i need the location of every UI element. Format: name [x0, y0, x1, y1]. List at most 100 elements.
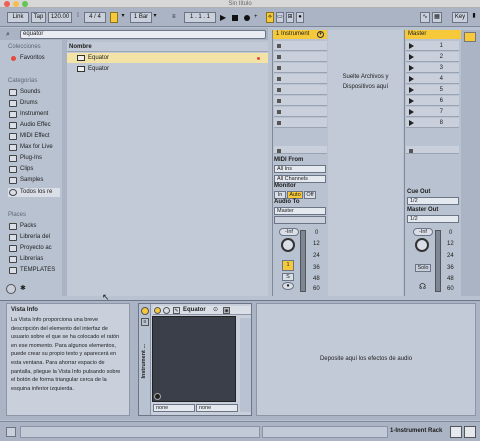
- view-selector-strip[interactable]: [461, 30, 480, 296]
- equator-plugin-display[interactable]: [152, 316, 236, 402]
- device-preset-icon[interactable]: [163, 307, 170, 314]
- clip-device-toggle-icon[interactable]: [464, 426, 476, 438]
- sidebar-item-templates[interactable]: TEMPLATES: [8, 266, 60, 275]
- track-volume-field[interactable]: -Inf: [279, 228, 299, 236]
- rack-scroll-strip[interactable]: [240, 318, 251, 412]
- overdub-icon[interactable]: +: [254, 12, 262, 23]
- sidebar-item-packs[interactable]: Packs: [8, 222, 60, 231]
- monitor-auto-button[interactable]: Auto: [287, 191, 303, 199]
- master-volume-field[interactable]: -Inf: [413, 228, 433, 236]
- rack-activator-icon[interactable]: [141, 307, 149, 315]
- cue-out-select[interactable]: 1/2: [407, 197, 459, 205]
- time-signature-field[interactable]: 4 / 4: [84, 12, 106, 23]
- play-icon[interactable]: ▶: [220, 12, 226, 23]
- scene-launch[interactable]: 3: [406, 63, 459, 73]
- clip-slot[interactable]: [274, 63, 327, 73]
- midi-channel-select[interactable]: All Channels: [274, 175, 326, 183]
- master-pan-knob[interactable]: [415, 238, 429, 252]
- track-title-bar[interactable]: 1 Instrument ▾: [273, 30, 327, 39]
- audio-to-select[interactable]: Master: [274, 207, 326, 215]
- sidebar-item-audio-effects[interactable]: Audio Effec: [8, 121, 60, 130]
- name-column-header[interactable]: Nombre: [67, 42, 268, 52]
- tempo-field[interactable]: 120.00: [48, 12, 72, 23]
- arrangement-position-field[interactable]: 1 . 1 . 1: [184, 12, 216, 23]
- session-view-icon[interactable]: [464, 32, 476, 42]
- search-icon[interactable]: ⌕: [6, 31, 10, 39]
- master-out-select[interactable]: 1/2: [407, 215, 459, 223]
- clip-slot[interactable]: [274, 52, 327, 62]
- master-title-bar[interactable]: Master: [405, 30, 461, 39]
- audio-effects-drop-area[interactable]: Deposite aquí los efectos de audio: [256, 303, 476, 416]
- sidebar-item-all-results[interactable]: Todos los re: [8, 188, 60, 197]
- monitor-off-button[interactable]: Off: [304, 191, 316, 199]
- chevron-down-icon[interactable]: ▾: [152, 12, 158, 23]
- link-button[interactable]: Link: [7, 12, 29, 23]
- automation-arm-icon[interactable]: ⟡: [266, 12, 274, 23]
- plugin-power-icon[interactable]: [154, 393, 161, 400]
- key-map-button[interactable]: Key: [452, 12, 468, 23]
- sidebar-item-libraries[interactable]: Librerías: [8, 255, 60, 264]
- capture-midi-icon[interactable]: ⊞: [286, 12, 294, 23]
- draw-mode-icon[interactable]: ∿: [420, 12, 430, 23]
- stop-icon[interactable]: [232, 12, 238, 23]
- list-item[interactable]: Equator: [67, 64, 268, 74]
- device-save-icon[interactable]: ▣: [223, 307, 230, 314]
- clip-slot[interactable]: [274, 96, 327, 106]
- nudge-icon[interactable]: ⁞: [74, 12, 82, 23]
- stop-all-slot[interactable]: [274, 146, 327, 154]
- computer-keyboard-icon[interactable]: ▦: [432, 12, 442, 23]
- device-options-icon[interactable]: ⊙: [213, 306, 218, 315]
- sidebar-item-favoritos[interactable]: Favoritos: [8, 54, 60, 63]
- metronome-options-icon[interactable]: ▾: [120, 12, 126, 23]
- device-title-bar[interactable]: ✎ Equator ⊙ ▣: [153, 306, 251, 315]
- sidebar-item-clips[interactable]: Clips: [8, 165, 60, 174]
- sidebar-item-current-project[interactable]: Proyecto ac: [8, 244, 60, 253]
- sidebar-item-samples[interactable]: Samples: [8, 176, 60, 185]
- clip-slot[interactable]: [274, 107, 327, 117]
- list-item[interactable]: Equator: [67, 53, 268, 63]
- pan-knob[interactable]: [281, 238, 295, 252]
- stop-all-clips-button[interactable]: [406, 146, 459, 154]
- sidebar-item-midi-effects[interactable]: MIDI Effect: [8, 132, 60, 141]
- drop-files-area[interactable]: Suelte Archivos y Dispositivos aquí: [328, 30, 403, 296]
- scene-launch[interactable]: 1: [406, 41, 459, 51]
- preview-gear-icon[interactable]: ✱: [20, 284, 26, 292]
- device-param-left[interactable]: none: [153, 404, 195, 412]
- sidebar-item-instruments[interactable]: Instrument: [8, 110, 60, 119]
- headphones-icon[interactable]: ☊: [419, 282, 426, 291]
- clip-slot[interactable]: [274, 85, 327, 95]
- browser-search-input[interactable]: equator: [20, 30, 266, 39]
- track-activator-button[interactable]: 1: [282, 260, 294, 271]
- scene-launch[interactable]: 8: [406, 118, 459, 128]
- sidebar-item-max-for-live[interactable]: Max for Live: [8, 143, 60, 152]
- rack-chain-icon[interactable]: ≡: [141, 318, 149, 326]
- solo-button[interactable]: S: [282, 273, 294, 281]
- audio-to-channel-select[interactable]: [274, 216, 326, 224]
- preview-toggle-icon[interactable]: [6, 284, 16, 294]
- quantize-menu[interactable]: 1 Bar: [130, 12, 152, 23]
- scene-launch[interactable]: 7: [406, 107, 459, 117]
- scene-launch[interactable]: 6: [406, 96, 459, 106]
- scene-launch[interactable]: 4: [406, 74, 459, 84]
- sidebar-item-sounds[interactable]: Sounds: [8, 88, 60, 97]
- midi-from-select[interactable]: All Ins: [274, 165, 326, 173]
- sidebar-item-plug-ins[interactable]: Plug-Ins: [8, 154, 60, 163]
- session-record-icon[interactable]: ●: [296, 12, 304, 23]
- scene-launch[interactable]: 2: [406, 52, 459, 62]
- sidebar-item-drums[interactable]: Drums: [8, 99, 60, 108]
- follow-icon[interactable]: ≡: [172, 12, 180, 23]
- monitor-in-button[interactable]: In: [274, 191, 286, 199]
- tap-tempo-button[interactable]: Tap: [31, 12, 46, 23]
- metronome-icon[interactable]: [110, 12, 118, 23]
- sidebar-item-user-library[interactable]: Librería del: [8, 233, 60, 242]
- device-param-right[interactable]: none: [196, 404, 238, 412]
- track-menu-icon[interactable]: ▾: [317, 31, 324, 38]
- clip-slot[interactable]: [274, 74, 327, 84]
- record-icon[interactable]: [244, 12, 250, 23]
- scene-launch[interactable]: 5: [406, 85, 459, 95]
- arm-button[interactable]: ●: [282, 282, 294, 290]
- clip-slot[interactable]: [274, 118, 327, 128]
- device-activator-icon[interactable]: [154, 307, 161, 314]
- wrench-icon[interactable]: ✎: [173, 307, 180, 314]
- info-view-toggle-icon[interactable]: [6, 427, 16, 437]
